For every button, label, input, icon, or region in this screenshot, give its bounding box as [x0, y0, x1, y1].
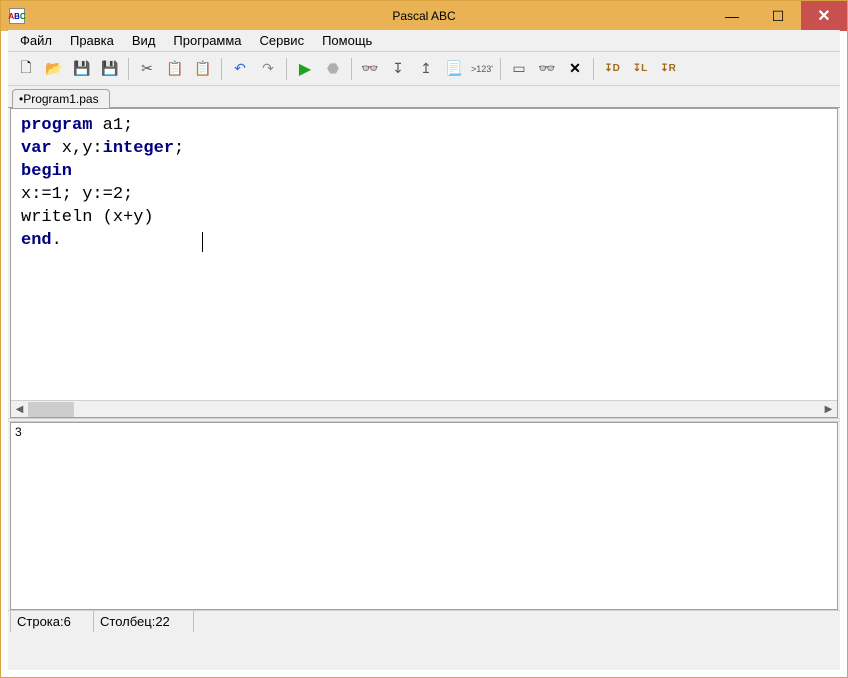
copy-button[interactable]: 📋 [163, 57, 187, 81]
close-button[interactable]: ✕ [801, 1, 847, 31]
toolbar-separator [500, 58, 501, 80]
status-line-value: 6 [64, 614, 71, 629]
show-output-button[interactable]: ▭ [507, 57, 531, 81]
variable-watch-icon: >123' [471, 64, 493, 74]
copy-icon: 📋 [166, 60, 183, 77]
menu-edit[interactable]: Правка [62, 31, 122, 50]
stop-icon: ⬣ [327, 60, 339, 77]
step-over-icon: 👓 [361, 60, 378, 77]
debug-d-icon: ↧D [604, 63, 620, 74]
redo-button[interactable]: ↷ [256, 57, 280, 81]
status-col-label: Столбец: [100, 614, 155, 629]
client-area: Файл Правка Вид Программа Сервис Помощь … [8, 30, 840, 670]
clear-button[interactable]: ✕ [563, 57, 587, 81]
toolbar-separator [128, 58, 129, 80]
save-all-icon: 💾 [101, 60, 118, 77]
undo-button[interactable]: ↶ [228, 57, 252, 81]
debug-r-icon: ↧R [660, 63, 676, 74]
stop-button[interactable]: ⬣ [321, 57, 345, 81]
new-file-icon: 🗋 [20, 57, 31, 81]
tab-bar: •Program1.pas [8, 86, 840, 108]
app-icon-c: C [20, 12, 26, 21]
code-keyword: end [21, 231, 52, 250]
menu-bar: Файл Правка Вид Программа Сервис Помощь [8, 30, 840, 52]
debug-r-button[interactable]: ↧R [656, 57, 680, 81]
step-into-button[interactable]: ↧ [386, 57, 410, 81]
menu-help[interactable]: Помощь [314, 31, 380, 50]
redo-icon: ↷ [262, 60, 274, 77]
cut-button[interactable]: ✂ [135, 57, 159, 81]
step-into-icon: ↧ [392, 60, 404, 77]
menu-service[interactable]: Сервис [252, 31, 313, 50]
code-text: x:=1; y:=2; [21, 185, 133, 204]
status-bar: Строка: 6 Столбец: 22 [8, 610, 840, 632]
scroll-thumb[interactable] [28, 402, 74, 417]
step-out-icon: ↥ [420, 60, 432, 77]
save-button[interactable]: 💾 [70, 57, 94, 81]
code-text: a1; [92, 116, 133, 135]
scroll-track[interactable] [28, 401, 820, 417]
menu-program[interactable]: Программа [165, 31, 249, 50]
menu-file[interactable]: Файл [12, 31, 60, 50]
cut-icon: ✂ [141, 60, 153, 77]
status-line-cell: Строка: 6 [10, 611, 94, 632]
app-icon: ABC [9, 8, 25, 24]
toolbar-separator [221, 58, 222, 80]
open-file-button[interactable]: 📂 [42, 57, 66, 81]
open-file-icon: 📂 [45, 60, 62, 77]
code-text: ; [174, 139, 184, 158]
code-type: integer [103, 139, 174, 158]
debug-l-icon: ↧L [633, 63, 648, 74]
tab-program1[interactable]: •Program1.pas [12, 89, 110, 108]
status-col-value: 22 [155, 614, 169, 629]
evaluate-icon: 📃 [445, 60, 462, 77]
clear-icon: ✕ [569, 60, 581, 77]
window-controls: — ☐ ✕ [709, 1, 847, 31]
evaluate-button[interactable]: 📃 [442, 57, 466, 81]
watch-window-button[interactable]: 👓 [535, 57, 559, 81]
code-keyword: var [21, 139, 52, 158]
toolbar-separator [351, 58, 352, 80]
debug-l-button[interactable]: ↧L [628, 57, 652, 81]
code-text: x,y: [52, 139, 103, 158]
maximize-button[interactable]: ☐ [755, 1, 801, 31]
variable-watch-button[interactable]: >123' [470, 57, 494, 81]
debug-d-button[interactable]: ↧D [600, 57, 624, 81]
toolbar: 🗋 📂 💾 💾 ✂ 📋 📋 ↶ ↷ ▶ ⬣ 👓 ↧ ↥ 📃 >123' ▭ 👓 … [8, 52, 840, 86]
output-text: 3 [15, 425, 22, 439]
toolbar-separator [286, 58, 287, 80]
step-over-button[interactable]: 👓 [358, 57, 382, 81]
code-text: writeln (x+y) [21, 208, 154, 227]
title-bar: ABC Pascal ABC — ☐ ✕ [1, 1, 847, 31]
run-icon: ▶ [299, 59, 311, 79]
step-out-button[interactable]: ↥ [414, 57, 438, 81]
code-editor[interactable]: program a1; var x,y:integer; begin x:=1;… [11, 109, 837, 400]
show-output-icon: ▭ [512, 60, 525, 77]
status-line-label: Строка: [17, 614, 64, 629]
minimize-button[interactable]: — [709, 1, 755, 31]
toolbar-separator [593, 58, 594, 80]
watch-window-icon: 👓 [538, 60, 555, 77]
run-button[interactable]: ▶ [293, 57, 317, 81]
text-cursor [202, 232, 204, 252]
scroll-left-icon[interactable]: ◀ [11, 401, 28, 418]
status-column-cell: Столбец: 22 [94, 611, 194, 632]
code-text: . [52, 231, 62, 250]
paste-icon: 📋 [194, 60, 211, 77]
new-file-button[interactable]: 🗋 [14, 57, 38, 81]
save-all-button[interactable]: 💾 [98, 57, 122, 81]
code-keyword: begin [21, 162, 72, 181]
undo-icon: ↶ [234, 60, 246, 77]
paste-button[interactable]: 📋 [191, 57, 215, 81]
save-icon: 💾 [73, 60, 90, 77]
editor-panel: program a1; var x,y:integer; begin x:=1;… [10, 108, 838, 418]
code-keyword: program [21, 116, 92, 135]
horizontal-scrollbar[interactable]: ◀ ▶ [11, 400, 837, 417]
menu-view[interactable]: Вид [124, 31, 164, 50]
output-panel[interactable]: 3 [10, 422, 838, 610]
scroll-right-icon[interactable]: ▶ [820, 401, 837, 418]
